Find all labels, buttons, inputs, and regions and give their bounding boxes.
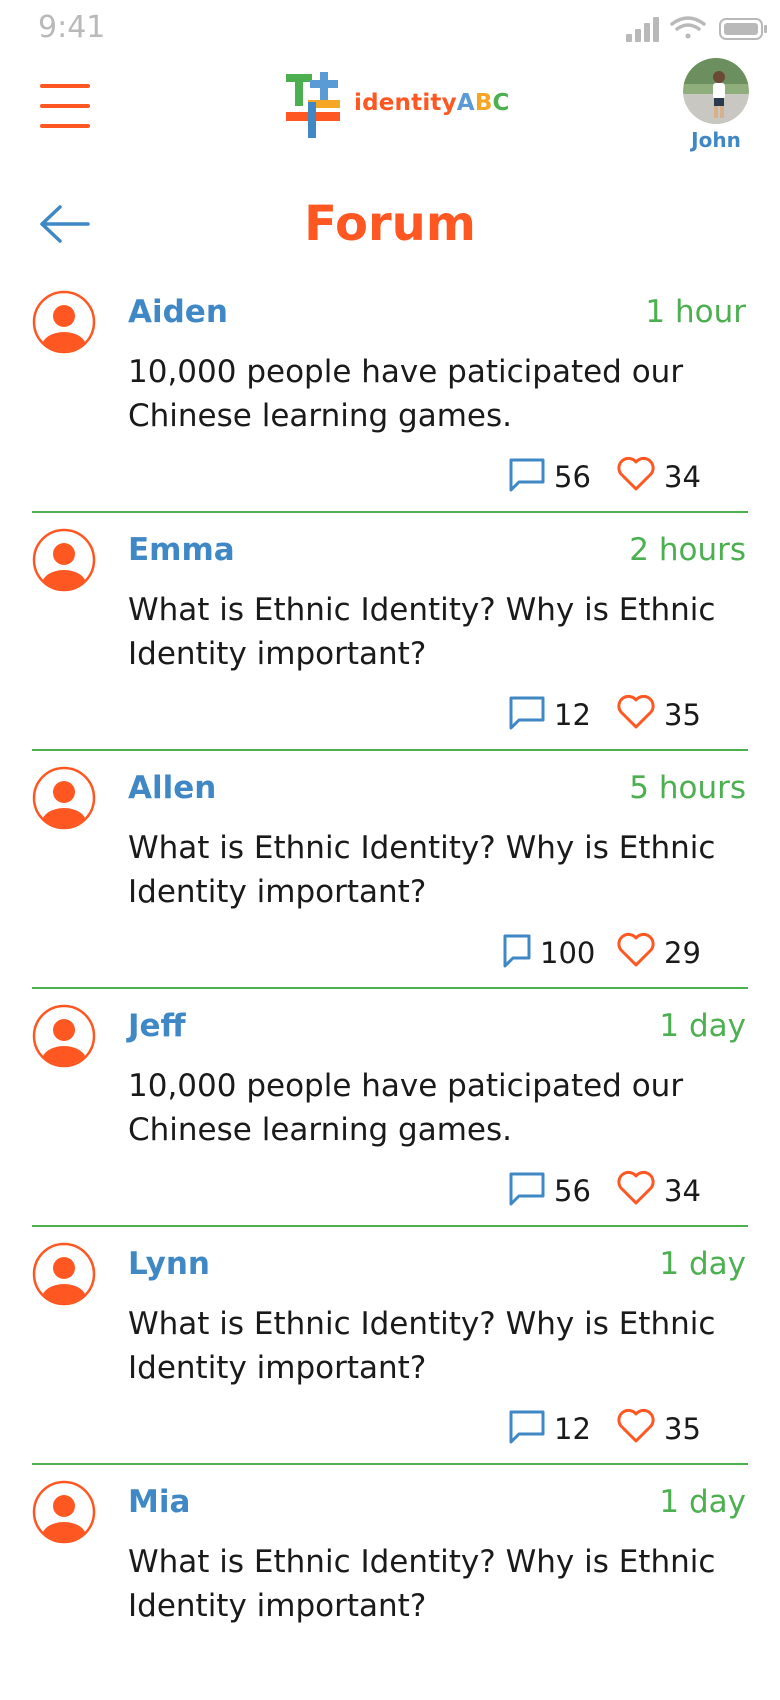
like-count: 35	[664, 1412, 701, 1446]
user-avatar[interactable]	[683, 58, 749, 124]
heart-icon	[617, 456, 655, 491]
comment-count-button[interactable]: 56	[508, 1170, 598, 1210]
page-title: Forum	[304, 196, 476, 252]
status-icons	[626, 16, 767, 42]
post-text[interactable]: What is Ethnic Identity? Why is Ethnic I…	[128, 588, 728, 676]
comment-count: 12	[554, 1412, 591, 1446]
like-count-button[interactable]: 34	[616, 456, 746, 496]
logo-mark-icon	[286, 72, 340, 138]
like-count-button[interactable]: 34	[616, 1170, 746, 1210]
post-text[interactable]: What is Ethnic Identity? Why is Ethnic I…	[128, 1540, 728, 1628]
logo-text-b: B	[474, 90, 493, 116]
battery-icon	[719, 18, 767, 40]
user-circle-icon	[32, 766, 96, 830]
wifi-icon	[670, 16, 706, 39]
logo-text: identityABC	[354, 90, 510, 116]
comment-count: 56	[554, 460, 591, 494]
user-circle-icon	[32, 1004, 96, 1068]
logo-text-a: A	[456, 90, 475, 116]
user-circle-icon	[32, 528, 96, 592]
status-time: 9:41	[38, 10, 106, 45]
post-author[interactable]: Allen	[128, 770, 216, 806]
forum-post[interactable]: Allen 5 hours What is Ethnic Identity? W…	[32, 746, 748, 989]
speech-bubble-icon	[509, 696, 545, 730]
post-text[interactable]: 10,000 people have paticipated our Chine…	[128, 1064, 728, 1152]
forum-post[interactable]: Jeff 1 day 10,000 people have paticipate…	[32, 984, 748, 1227]
menu-bar-bottom	[40, 124, 90, 128]
post-time: 1 day	[659, 1008, 746, 1044]
comment-count-button[interactable]: 100	[502, 932, 602, 972]
like-count-button[interactable]: 35	[616, 694, 746, 734]
heart-icon	[617, 1408, 655, 1443]
post-time: 1 day	[659, 1246, 746, 1282]
comment-count-button[interactable]: 12	[508, 694, 598, 734]
forum-post[interactable]: Mia 1 day What is Ethnic Identity? Why i…	[32, 1460, 748, 1700]
post-author[interactable]: Aiden	[128, 294, 228, 330]
signal-icon	[626, 17, 659, 42]
comment-count: 12	[554, 698, 591, 732]
post-time: 1 hour	[645, 294, 746, 330]
post-time: 5 hours	[629, 770, 746, 806]
post-text[interactable]: 10,000 people have paticipated our Chine…	[128, 350, 728, 438]
like-count: 34	[664, 1174, 701, 1208]
like-count: 35	[664, 698, 701, 732]
user-circle-icon	[32, 1242, 96, 1306]
logo-text-c: C	[492, 90, 510, 116]
user-profile[interactable]: John	[683, 58, 749, 152]
like-count: 34	[664, 460, 701, 494]
user-name: John	[691, 128, 741, 152]
forum-post[interactable]: Aiden 1 hour 10,000 people have paticipa…	[32, 270, 748, 513]
forum-post[interactable]: Lynn 1 day What is Ethnic Identity? Why …	[32, 1222, 748, 1465]
forum-post[interactable]: Emma 2 hours What is Ethnic Identity? Wh…	[32, 508, 748, 751]
like-count-button[interactable]: 35	[616, 1408, 746, 1448]
menu-bar-middle	[40, 104, 90, 108]
heart-icon	[617, 694, 655, 729]
user-circle-icon	[32, 1480, 96, 1544]
speech-bubble-icon	[509, 1172, 545, 1206]
status-bar: 9:41	[0, 0, 780, 56]
menu-bar-top	[40, 84, 90, 88]
like-count-button[interactable]: 29	[616, 932, 746, 972]
comment-count: 100	[540, 936, 596, 970]
post-author[interactable]: Mia	[128, 1484, 190, 1520]
menu-button[interactable]	[40, 84, 90, 128]
heart-icon	[617, 932, 655, 967]
heart-icon	[617, 1170, 655, 1205]
post-text[interactable]: What is Ethnic Identity? Why is Ethnic I…	[128, 826, 728, 914]
post-text[interactable]: What is Ethnic Identity? Why is Ethnic I…	[128, 1302, 728, 1390]
user-circle-icon	[32, 290, 96, 354]
comment-count: 56	[554, 1174, 591, 1208]
comment-count-button[interactable]: 12	[508, 1408, 598, 1448]
app-logo[interactable]: identityABC	[286, 72, 509, 138]
post-author[interactable]: Jeff	[128, 1008, 186, 1044]
speech-bubble-icon	[509, 1410, 545, 1444]
post-author[interactable]: Lynn	[128, 1246, 210, 1282]
post-author[interactable]: Emma	[128, 532, 235, 568]
like-count: 29	[664, 936, 701, 970]
post-time: 1 day	[659, 1484, 746, 1520]
speech-bubble-icon	[503, 934, 531, 968]
comment-count-button[interactable]: 56	[508, 456, 598, 496]
logo-text-identity: identity	[354, 90, 457, 116]
speech-bubble-icon	[509, 458, 545, 492]
post-time: 2 hours	[629, 532, 746, 568]
